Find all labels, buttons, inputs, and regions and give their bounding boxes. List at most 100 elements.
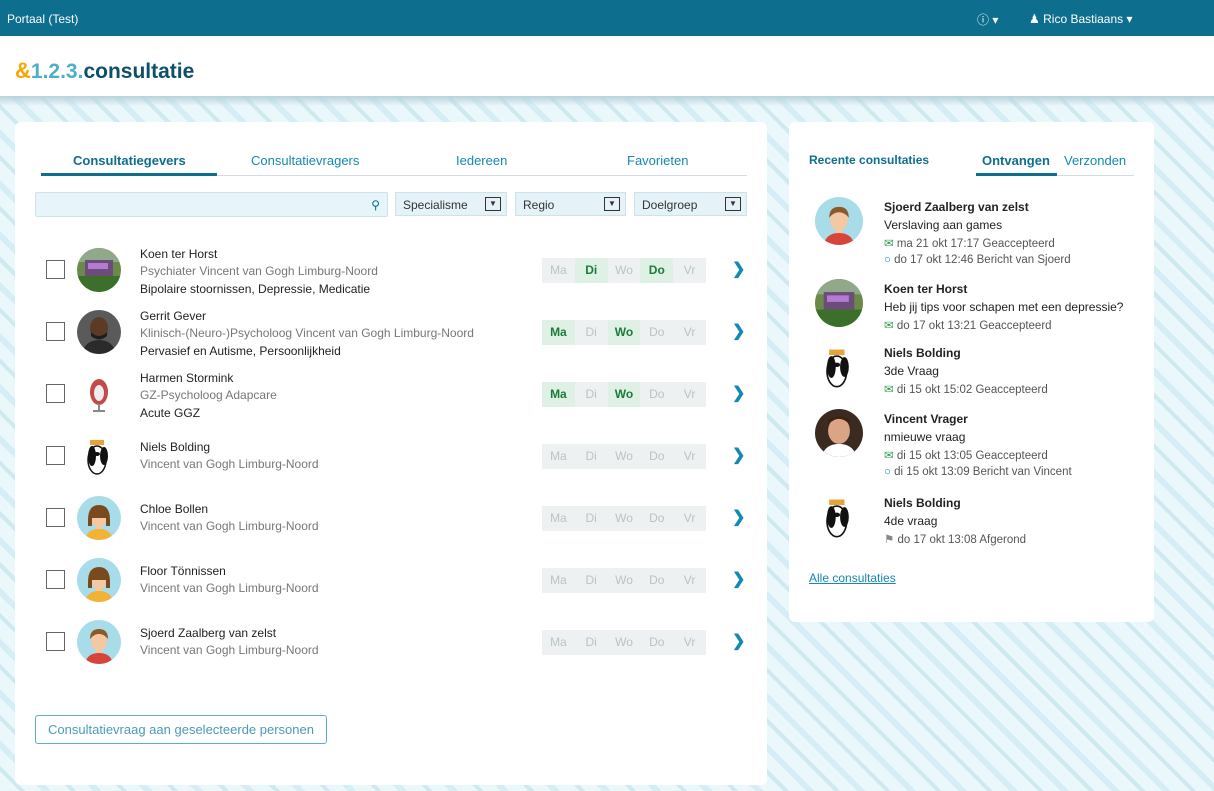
logo[interactable]: &1.2.3.consultatie [15,58,194,84]
tab-iedereen[interactable]: Iedereen [456,153,507,168]
consultation-status: ✉ do 17 okt 13:21 Geaccepteerd [884,320,1052,332]
chevron-down-icon: ▾ [1126,12,1133,26]
person-name[interactable]: Sjoerd Zaalberg van zelst [140,626,276,640]
search-input[interactable]: ⚲ [35,192,388,217]
consultation-question: nmieuwe vraag [884,430,966,444]
envelope-icon: ✉ [884,450,894,462]
avatar [77,620,121,664]
chevron-right-icon[interactable]: ❯ [732,259,745,279]
person-name[interactable]: Gerrit Gever [140,309,206,323]
day-ma: Ma [550,449,567,463]
info-circle-icon: ⓘ [977,13,990,27]
chat-bubble-icon: ○ [884,466,891,478]
select-checkbox[interactable] [46,632,65,651]
day-vr: Vr [683,511,696,525]
day-do: Do [649,635,665,649]
day-ma: Ma [550,635,567,649]
person-row[interactable]: Koen ter Horst Psychiater Vincent van Gog… [15,240,767,300]
select-checkbox[interactable] [46,384,65,403]
person-row[interactable]: Niels Bolding Vincent van Gogh Limburg-No… [15,426,767,486]
person-row[interactable]: Chloe Bollen Vincent van Gogh Limburg-Noo… [15,488,767,548]
tab-consultatiegevers[interactable]: Consultatiegevers [73,153,186,168]
avatar [815,493,863,541]
portal-title: Portaal (Test) [7,12,79,26]
consultation-status: ⚑ do 17 okt 13:08 Afgerond [884,534,1027,546]
top-bar: Portaal (Test) ⓘ ▾ ♟ Rico Bastiaans ▾ [0,0,1214,36]
select-checkbox[interactable] [46,446,65,465]
chevron-right-icon[interactable]: ❯ [732,569,745,589]
user-menu[interactable]: ♟ Rico Bastiaans ▾ [1029,12,1133,26]
chevron-right-icon[interactable]: ❯ [732,631,745,651]
avatar [815,279,863,327]
avatar [77,310,121,354]
person-name[interactable]: Niels Bolding [140,440,210,454]
avatar [77,248,121,292]
consultation-status: ✉ ma 21 okt 17:17 Geaccepteerd [884,238,1055,250]
avatar [815,343,863,391]
select-checkbox[interactable] [46,508,65,527]
consultation-status: ✉ di 15 okt 15:02 Geaccepteerd [884,384,1048,396]
consultation-name: Vincent Vrager [884,412,968,426]
day-do: Do [640,258,674,283]
all-consultations-link[interactable]: Alle consultaties [809,571,896,585]
day-di: Di [585,325,597,339]
tab-consultatievragers[interactable]: Consultatievragers [251,153,359,168]
availability-days: Ma Di Wo Do Vr [542,258,706,283]
day-vr: Vr [683,263,696,277]
chevron-down-icon: ▾ [992,13,999,27]
day-ma: Ma [550,573,567,587]
tab-favorieten[interactable]: Favorieten [627,153,688,168]
chevron-right-icon[interactable]: ❯ [732,321,745,341]
person-row[interactable]: Sjoerd Zaalberg van zelst Vincent van Gog… [15,612,767,672]
person-row[interactable]: Floor Tönnissen Vincent van Gogh Limburg-… [15,550,767,610]
day-wo: Wo [615,449,633,463]
day-vr: Vr [683,325,696,339]
chevron-right-icon[interactable]: ❯ [732,445,745,465]
doelgroep-select[interactable]: Doelgroep ▼ [634,192,747,216]
day-ma: Ma [550,511,567,525]
search-icon[interactable]: ⚲ [371,198,380,212]
select-checkbox[interactable] [46,260,65,279]
person-row[interactable]: Gerrit Gever Klinisch-(Neuro-)Psycholoog … [15,302,767,362]
person-name[interactable]: Floor Tönnissen [140,564,226,578]
consultation-name: Sjoerd Zaalberg van zelst [884,200,1029,214]
regio-select[interactable]: Regio ▼ [515,192,626,216]
day-do: Do [649,573,665,587]
envelope-icon: ✉ [884,384,894,396]
consultation-question: Heb jij tips voor schapen met een depres… [884,300,1124,314]
send-request-button[interactable]: Consultatievraag aan geselecteerde perso… [35,715,327,744]
consultation-status: ✉ di 15 okt 13:05 Geaccepteerd [884,450,1048,462]
specialisme-select[interactable]: Specialisme ▼ [395,192,507,216]
day-wo: Wo [615,635,633,649]
person-name[interactable]: Koen ter Horst [140,247,217,261]
day-ma: Ma [550,263,567,277]
recent-title: Recente consultaties [809,153,930,167]
chevron-down-icon: ▼ [485,197,501,211]
day-wo: Wo [607,320,641,345]
select-checkbox[interactable] [46,570,65,589]
info-menu[interactable]: ⓘ ▾ [977,11,998,28]
day-do: Do [649,387,665,401]
envelope-icon: ✉ [884,238,894,250]
tab-verzonden[interactable]: Verzonden [1064,153,1126,168]
tab-ontvangen[interactable]: Ontvangen [982,153,1050,168]
availability-days: Ma Di Wo Do Vr [542,568,706,593]
day-di: Di [585,449,597,463]
consultation-question: Verslaving aan games [884,218,1003,232]
recent-panel: Recente consultaties Ontvangen Verzonden… [789,122,1154,622]
select-checkbox[interactable] [46,322,65,341]
avatar [77,558,121,602]
chevron-down-icon: ▼ [604,197,620,211]
chevron-right-icon[interactable]: ❯ [732,507,745,527]
chevron-right-icon[interactable]: ❯ [732,383,745,403]
person-affiliation: Klinisch-(Neuro-)Psycholoog Vincent van … [140,326,474,340]
consultation-message: ○ do 17 okt 12:46 Bericht van Sjoerd [884,254,1071,266]
person-name[interactable]: Chloe Bollen [140,502,208,516]
day-ma: Ma [542,382,575,407]
person-row[interactable]: Harmen Stormink GZ-Psycholoog Adapcare Acu… [15,364,767,424]
person-name[interactable]: Harmen Stormink [140,371,233,385]
consultation-name: Niels Bolding [884,346,961,360]
day-wo: Wo [615,573,633,587]
chevron-down-icon: ▼ [725,197,741,211]
user-icon: ♟ [1029,12,1040,26]
